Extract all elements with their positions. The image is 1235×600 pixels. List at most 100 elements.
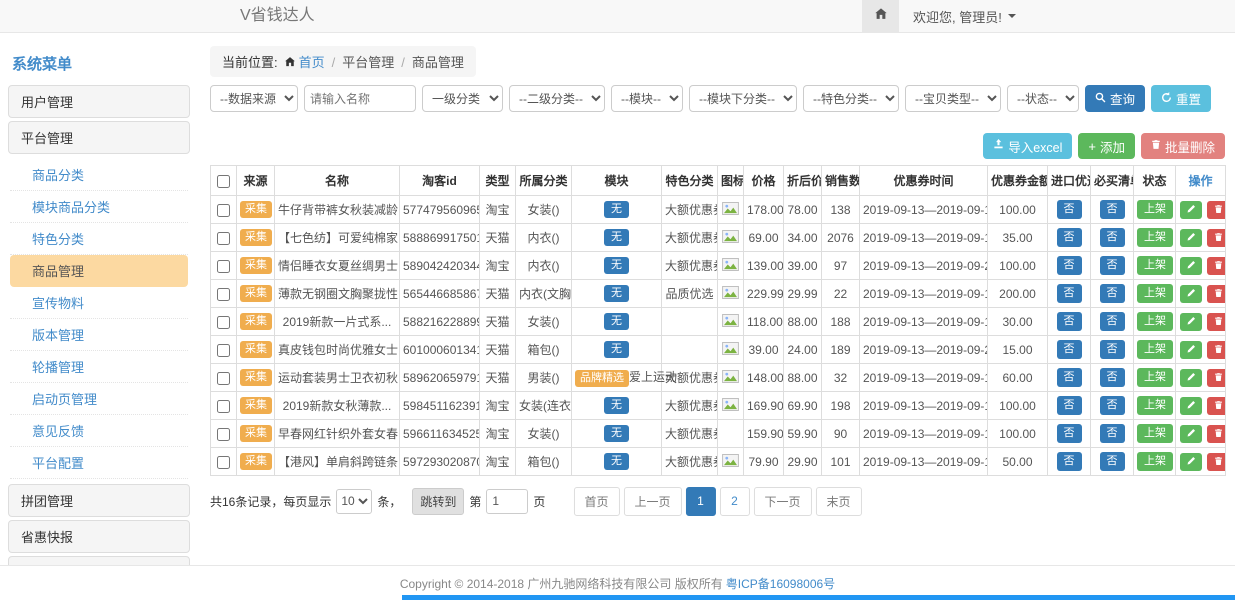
sidebar-subitem[interactable]: 版本管理 bbox=[10, 319, 188, 351]
import-select-toggle[interactable]: 否 bbox=[1057, 256, 1082, 275]
sidebar-subitem[interactable]: 宣传物料 bbox=[10, 287, 188, 319]
pager-last[interactable]: 末页 bbox=[816, 487, 862, 516]
delete-button[interactable] bbox=[1207, 313, 1225, 331]
row-checkbox[interactable] bbox=[217, 232, 230, 245]
must-buy-toggle[interactable]: 否 bbox=[1100, 368, 1125, 387]
status-button[interactable]: 上架 bbox=[1137, 284, 1173, 303]
edit-button[interactable] bbox=[1180, 313, 1202, 331]
delete-button[interactable] bbox=[1207, 453, 1225, 471]
jump-page-input[interactable] bbox=[486, 489, 528, 514]
delete-button[interactable] bbox=[1207, 369, 1225, 387]
jump-button[interactable]: 跳转到 bbox=[412, 488, 464, 515]
edit-button[interactable] bbox=[1180, 369, 1202, 387]
import-select-toggle[interactable]: 否 bbox=[1057, 424, 1082, 443]
sidebar-subitem-active[interactable]: 商品管理 bbox=[10, 255, 188, 287]
sidebar-subitem[interactable]: 模块商品分类 bbox=[10, 191, 188, 223]
home-button[interactable] bbox=[862, 0, 899, 32]
import-select-toggle[interactable]: 否 bbox=[1057, 452, 1082, 471]
filter-select[interactable]: --模块下分类-- bbox=[689, 85, 797, 112]
status-button[interactable]: 上架 bbox=[1137, 396, 1173, 415]
delete-button[interactable] bbox=[1207, 341, 1225, 359]
sidebar-group-platform[interactable]: 平台管理 bbox=[8, 121, 190, 154]
sidebar-subitem[interactable]: 启动页管理 bbox=[10, 383, 188, 415]
status-button[interactable]: 上架 bbox=[1137, 228, 1173, 247]
import-excel-button[interactable]: 导入excel bbox=[983, 133, 1072, 159]
status-button[interactable]: 上架 bbox=[1137, 312, 1173, 331]
pager-page-2[interactable]: 2 bbox=[720, 487, 750, 516]
must-buy-toggle[interactable]: 否 bbox=[1100, 200, 1125, 219]
sidebar-group-users[interactable]: 用户管理 bbox=[8, 85, 190, 118]
status-button[interactable]: 上架 bbox=[1137, 256, 1173, 275]
delete-button[interactable] bbox=[1207, 425, 1225, 443]
pager-page-1[interactable]: 1 bbox=[686, 487, 716, 516]
import-select-toggle[interactable]: 否 bbox=[1057, 200, 1082, 219]
sidebar-subitem[interactable]: 轮播管理 bbox=[10, 351, 188, 383]
must-buy-toggle[interactable]: 否 bbox=[1100, 424, 1125, 443]
must-buy-toggle[interactable]: 否 bbox=[1100, 228, 1125, 247]
per-page-select[interactable]: 10 bbox=[336, 489, 372, 514]
import-select-toggle[interactable]: 否 bbox=[1057, 228, 1082, 247]
pager-prev[interactable]: 上一页 bbox=[623, 487, 681, 516]
filter-select[interactable]: --二级分类-- bbox=[509, 85, 605, 112]
row-checkbox[interactable] bbox=[217, 288, 230, 301]
edit-button[interactable] bbox=[1180, 453, 1202, 471]
delete-button[interactable] bbox=[1207, 257, 1225, 275]
must-buy-toggle[interactable]: 否 bbox=[1100, 312, 1125, 331]
delete-button[interactable] bbox=[1207, 201, 1225, 219]
filter-select[interactable]: --状态-- bbox=[1007, 85, 1079, 112]
filter-select[interactable]: 一级分类 bbox=[422, 85, 503, 112]
breadcrumb-home-link[interactable]: 首页 bbox=[299, 55, 325, 70]
edit-button[interactable] bbox=[1180, 425, 1202, 443]
status-button[interactable]: 上架 bbox=[1137, 424, 1173, 443]
sidebar-subitem[interactable]: 意见反馈 bbox=[10, 415, 188, 447]
filter-select[interactable]: --模块-- bbox=[611, 85, 683, 112]
status-button[interactable]: 上架 bbox=[1137, 340, 1173, 359]
delete-button[interactable] bbox=[1207, 285, 1225, 303]
must-buy-toggle[interactable]: 否 bbox=[1100, 256, 1125, 275]
edit-button[interactable] bbox=[1180, 341, 1202, 359]
edit-button[interactable] bbox=[1180, 285, 1202, 303]
row-checkbox[interactable] bbox=[217, 456, 230, 469]
row-checkbox[interactable] bbox=[217, 400, 230, 413]
import-select-toggle[interactable]: 否 bbox=[1057, 368, 1082, 387]
row-checkbox[interactable] bbox=[217, 428, 230, 441]
icp-link[interactable]: 粤ICP备16098006号 bbox=[726, 575, 835, 592]
sidebar-subitem[interactable]: 平台配置 bbox=[10, 447, 188, 479]
import-select-toggle[interactable]: 否 bbox=[1057, 312, 1082, 331]
pager-first[interactable]: 首页 bbox=[573, 487, 619, 516]
status-button[interactable]: 上架 bbox=[1137, 452, 1173, 471]
delete-button[interactable] bbox=[1207, 229, 1225, 247]
search-button[interactable]: 查询 bbox=[1085, 85, 1145, 112]
import-select-toggle[interactable]: 否 bbox=[1057, 340, 1082, 359]
filter-select-data-source[interactable]: --数据来源-- bbox=[210, 85, 298, 112]
reset-button[interactable]: 重置 bbox=[1151, 85, 1211, 112]
edit-button[interactable] bbox=[1180, 201, 1202, 219]
delete-button[interactable] bbox=[1207, 397, 1225, 415]
import-select-toggle[interactable]: 否 bbox=[1057, 396, 1082, 415]
filter-select[interactable]: --宝贝类型-- bbox=[905, 85, 1001, 112]
row-checkbox[interactable] bbox=[217, 372, 230, 385]
batch-delete-button[interactable]: 批量删除 bbox=[1141, 133, 1225, 159]
status-button[interactable]: 上架 bbox=[1137, 368, 1173, 387]
select-all-checkbox[interactable] bbox=[217, 175, 230, 188]
import-select-toggle[interactable]: 否 bbox=[1057, 284, 1082, 303]
pager-next[interactable]: 下一页 bbox=[754, 487, 812, 516]
row-checkbox[interactable] bbox=[217, 316, 230, 329]
edit-button[interactable] bbox=[1180, 257, 1202, 275]
row-checkbox[interactable] bbox=[217, 204, 230, 217]
must-buy-toggle[interactable]: 否 bbox=[1100, 284, 1125, 303]
sidebar-subitem[interactable]: 特色分类 bbox=[10, 223, 188, 255]
edit-button[interactable] bbox=[1180, 397, 1202, 415]
must-buy-toggle[interactable]: 否 bbox=[1100, 452, 1125, 471]
sidebar-subitem[interactable]: 商品分类 bbox=[10, 159, 188, 191]
user-menu[interactable]: 欢迎您, 管理员! bbox=[899, 0, 1030, 32]
add-button[interactable]: + 添加 bbox=[1078, 133, 1135, 159]
name-search-input[interactable] bbox=[304, 85, 416, 112]
must-buy-toggle[interactable]: 否 bbox=[1100, 340, 1125, 359]
must-buy-toggle[interactable]: 否 bbox=[1100, 396, 1125, 415]
status-button[interactable]: 上架 bbox=[1137, 200, 1173, 219]
row-checkbox[interactable] bbox=[217, 260, 230, 273]
sidebar-group[interactable]: 拼团管理 bbox=[8, 484, 190, 517]
edit-button[interactable] bbox=[1180, 229, 1202, 247]
filter-select[interactable]: --特色分类-- bbox=[803, 85, 899, 112]
